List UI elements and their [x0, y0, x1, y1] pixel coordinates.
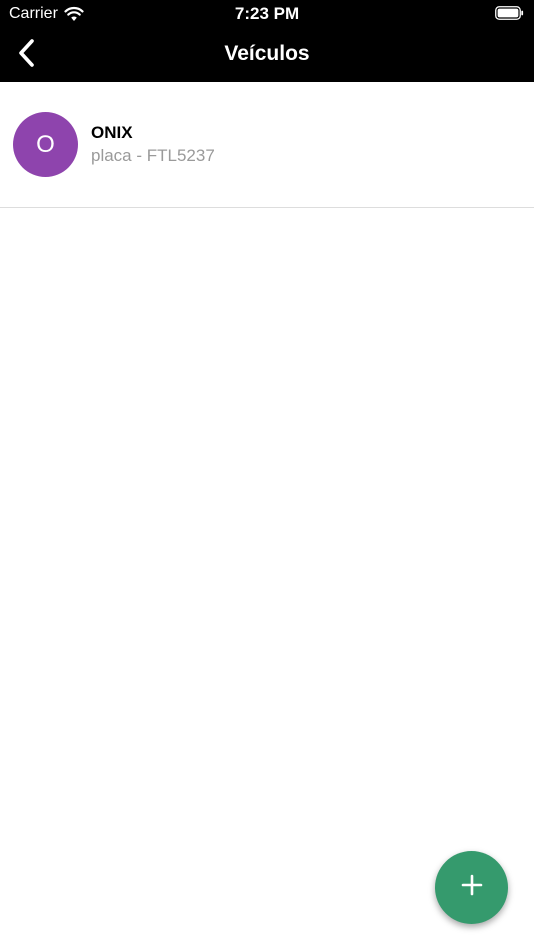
vehicle-list: O ONIX placa - FTL5237: [0, 82, 534, 208]
status-time: 7:23 PM: [234, 4, 300, 23]
status-bar: Carrier 7:23 PM: [0, 0, 534, 28]
battery-icon: [495, 6, 524, 20]
plus-icon: [461, 874, 483, 901]
add-vehicle-button[interactable]: [435, 851, 508, 924]
vehicle-plate: placa - FTL5237: [91, 146, 215, 165]
avatar-letter: O: [36, 130, 55, 158]
app-screen: Carrier 7:23 PM Veículos O ONIX placa - …: [0, 0, 534, 950]
page-title: Veículos: [224, 42, 310, 65]
vehicle-name: ONIX: [91, 123, 133, 142]
navigation-bar: Veículos: [0, 28, 534, 82]
avatar: O: [13, 112, 78, 177]
vehicle-list-item[interactable]: O ONIX placa - FTL5237: [0, 82, 534, 208]
